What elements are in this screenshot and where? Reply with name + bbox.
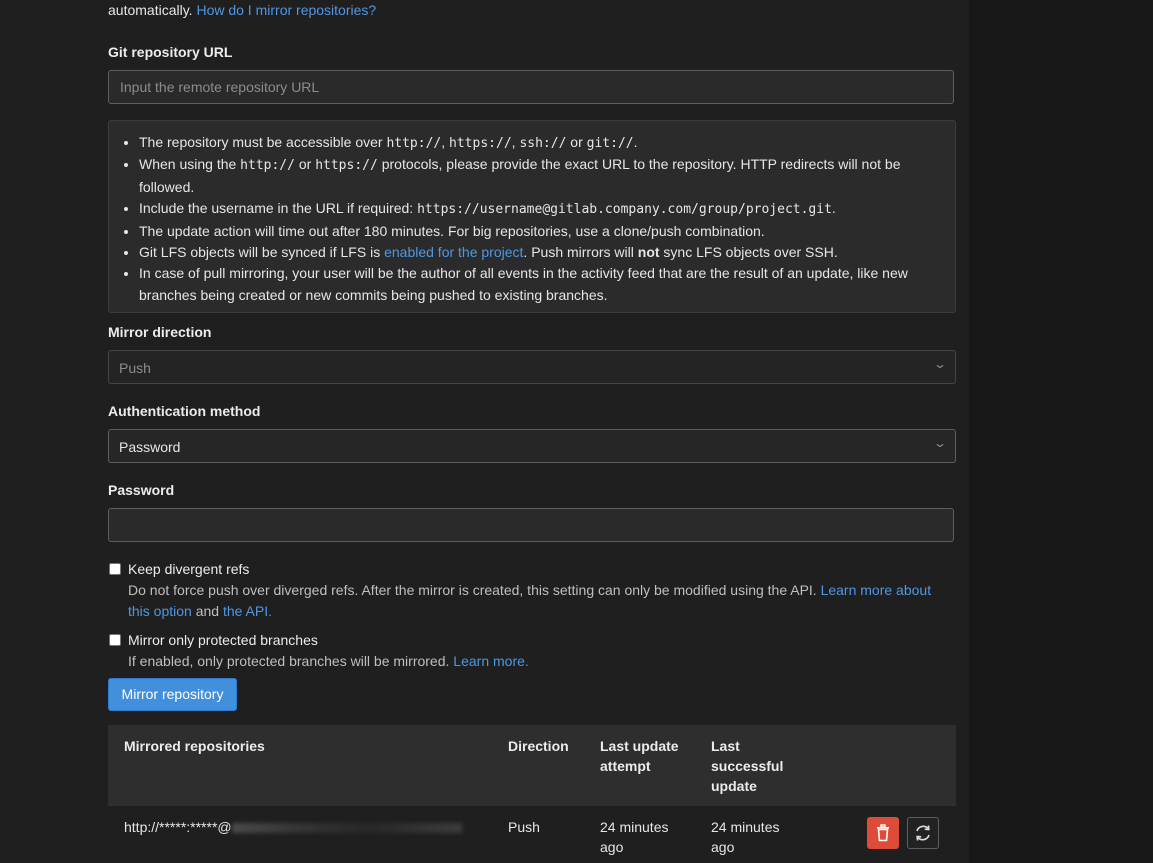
info-item: The update action will time out after 18… [139,221,925,242]
chevron-down-icon: ⌄ [932,357,948,371]
protected-only-help: If enabled, only protected branches will… [128,653,529,669]
keep-divergent-checkbox[interactable] [109,563,121,575]
mirror-help-link[interactable]: How do I mirror repositories? [196,2,376,18]
update-now-button[interactable] [907,817,939,849]
keep-divergent-label[interactable]: Keep divergent refs [128,561,249,577]
mirrored-repositories-table: Mirrored repositories Direction Last upd… [108,725,956,863]
info-item: In case of pull mirroring, your user wil… [139,263,925,306]
info-item: When using the http:// or https:// proto… [139,154,925,198]
table-header: Mirrored repositories Direction Last upd… [108,725,956,806]
mirror-direction-label: Mirror direction [108,324,212,340]
protected-only-label[interactable]: Mirror only protected branches [128,632,318,648]
right-panel [969,0,1153,863]
sync-icon [916,825,930,841]
mirror-direction-select[interactable]: Push ⌄ [108,350,956,384]
redacted-url [231,823,462,834]
info-box: The repository must be accessible over h… [108,120,956,313]
password-input[interactable] [108,508,954,542]
auth-method-select[interactable]: Password ⌄ [108,429,956,463]
info-item: Include the username in the URL if requi… [139,198,925,220]
intro-text: automatically. How do I mirror repositor… [108,2,377,18]
protected-only-checkbox[interactable] [109,634,121,646]
last-attempt-cell: 24 minutes ago [600,819,669,855]
chevron-down-icon: ⌄ [932,436,948,450]
header-last-success: Last successful update [711,738,784,794]
info-item: The repository must be accessible over h… [139,132,925,154]
password-label: Password [108,482,175,498]
auth-method-value: Password [119,439,181,455]
keep-divergent-help: Do not force push over diverged refs. Af… [128,582,932,619]
header-direction: Direction [508,738,569,754]
auth-method-label: Authentication method [108,403,261,419]
git-url-input[interactable]: Input the remote repository URL [108,70,954,104]
info-item: Git LFS objects will be synced if LFS is… [139,242,925,263]
learn-more-link[interactable]: Learn more. [453,653,528,669]
trash-icon [877,824,889,842]
api-link[interactable]: the API. [223,603,272,619]
mirror-direction-value: Push [119,360,151,376]
last-success-cell: 24 minutes ago [711,819,780,855]
delete-mirror-button[interactable] [867,817,899,849]
header-last-attempt: Last update attempt [600,738,679,774]
mirror-url: http://*****:*****@ [124,817,462,837]
git-url-label: Git repository URL [108,44,233,60]
info-list: The repository must be accessible over h… [109,132,925,306]
header-repo: Mirrored repositories [124,738,265,754]
table-row: http://*****:*****@ Push 24 minutes ago … [108,806,852,863]
lfs-settings-link[interactable]: enabled for the project [384,244,523,260]
git-url-placeholder: Input the remote repository URL [120,79,320,95]
mirror-repository-button[interactable]: Mirror repository [108,678,237,711]
mirror-direction-cell: Push [508,819,540,835]
